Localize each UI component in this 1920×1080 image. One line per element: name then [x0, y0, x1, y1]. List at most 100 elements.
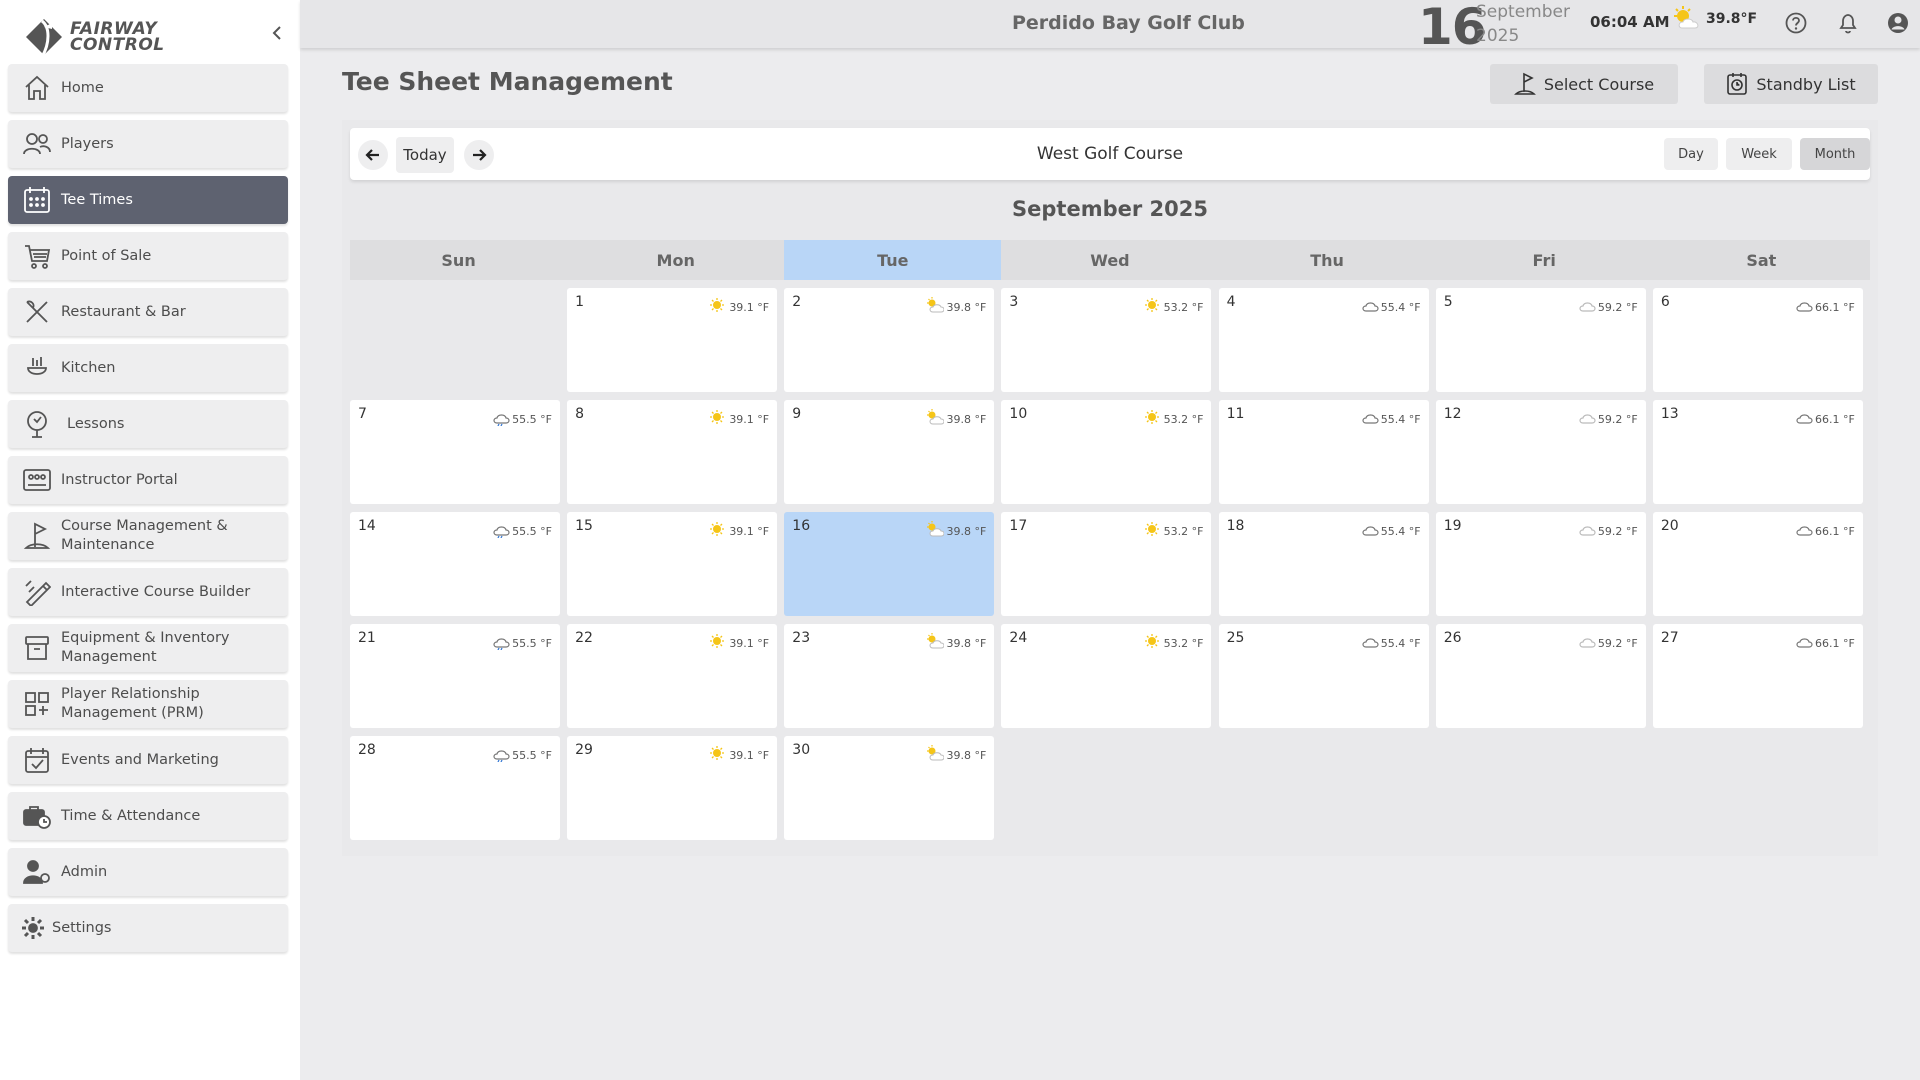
- view-week-button[interactable]: Week: [1726, 138, 1792, 170]
- day-number: 19: [1443, 518, 1462, 534]
- cart-icon: [22, 241, 52, 271]
- next-button[interactable]: [464, 140, 494, 170]
- sidebar-item-settings[interactable]: Settings: [8, 904, 288, 952]
- calendar-day-cell[interactable]: 30 39.8 °F: [784, 736, 995, 840]
- sidebar-item-lessons[interactable]: Lessons: [8, 400, 288, 448]
- sidebar-item-instructor-portal[interactable]: Instructor Portal: [8, 456, 288, 504]
- day-weather: 55.5 °F: [492, 632, 552, 654]
- calendar-day-cell[interactable]: 2 39.8 °F: [784, 288, 995, 392]
- day-weather: 39.1 °F: [709, 520, 769, 542]
- calendar-day-cell[interactable]: 1 39.1 °F: [567, 288, 778, 392]
- day-number: 4: [1226, 294, 1236, 310]
- sidebar-item-label: Restaurant & Bar: [61, 303, 186, 320]
- calendar-day-cell[interactable]: 3 53.2 °F: [1001, 288, 1212, 392]
- day-weather: 66.1 °F: [1795, 520, 1855, 542]
- sidebar-item-time-attendance[interactable]: Time & Attendance: [8, 792, 288, 840]
- sidebar-item-label: Interactive Course Builder: [61, 583, 251, 600]
- sun-icon: [709, 296, 727, 318]
- current-weather: 39.8°F: [1672, 6, 1757, 32]
- calendar-day-cell[interactable]: 15 39.1 °F: [567, 512, 778, 616]
- calendar-day-cell[interactable]: 5 59.2 °F: [1435, 288, 1646, 392]
- calendar-day-cell[interactable]: 13 66.1 °F: [1652, 400, 1863, 504]
- select-course-button[interactable]: Select Course: [1490, 64, 1678, 104]
- day-weather: 39.8 °F: [926, 744, 986, 766]
- day-number: 30: [792, 742, 811, 758]
- calendar-day-cell[interactable]: 16 39.8 °F: [784, 512, 995, 616]
- day-number: 14: [358, 518, 376, 534]
- day-temperature: 66.1 °F: [1815, 636, 1855, 650]
- kitchen-icon: [22, 353, 52, 383]
- sidebar-item-label: Settings: [52, 919, 112, 936]
- sidebar-item-admin[interactable]: Admin: [8, 848, 288, 896]
- calendar-day-cell[interactable]: 21 55.5 °F: [350, 624, 560, 728]
- day-temperature: 39.1 °F: [729, 412, 770, 426]
- day-number: 18: [1226, 518, 1245, 534]
- partly-sunny-icon: [926, 520, 945, 542]
- calendar-day-cell[interactable]: 19 59.2 °F: [1435, 512, 1646, 616]
- day-weather: 39.8 °F: [926, 520, 986, 542]
- app-logo[interactable]: FAIRWAY CONTROL: [20, 12, 165, 62]
- sidebar-item-course-builder[interactable]: Interactive Course Builder: [8, 568, 288, 616]
- sidebar-item-prm[interactable]: Player Relationship Management (PRM): [8, 680, 288, 728]
- sidebar-item-course-management[interactable]: Course Management & Maintenance: [8, 512, 288, 560]
- sidebar-item-label: Tee Times: [61, 191, 133, 208]
- cloud-icon: [1578, 632, 1596, 654]
- calendar-day-cell[interactable]: 25 55.4 °F: [1218, 624, 1429, 728]
- help-button[interactable]: [1784, 11, 1808, 35]
- calendar-day-cell[interactable]: 7 55.5 °F: [350, 400, 560, 504]
- sidebar-item-label: Course Management & Maintenance: [61, 518, 228, 553]
- sidebar: FAIRWAY CONTROL Home Players Tee Times P…: [0, 0, 300, 1080]
- view-month-button[interactable]: Month: [1800, 138, 1870, 170]
- sidebar-item-events-marketing[interactable]: Events and Marketing: [8, 736, 288, 784]
- calendar-day-cell[interactable]: 6 66.1 °F: [1652, 288, 1863, 392]
- cloud-icon: [1795, 520, 1813, 542]
- standby-list-button[interactable]: Standby List: [1704, 64, 1878, 104]
- sidebar-item-point-of-sale[interactable]: Point of Sale: [8, 232, 288, 280]
- calendar-day-cell[interactable]: 28 55.5 °F: [350, 736, 560, 840]
- sidebar-item-label: Players: [61, 135, 114, 152]
- user-profile-button[interactable]: [1886, 11, 1910, 35]
- sidebar-item-label: Time & Attendance: [61, 807, 201, 824]
- sidebar-item-equipment-inventory[interactable]: Equipment & Inventory Management: [8, 624, 288, 672]
- sidebar-item-label: Lessons: [67, 415, 125, 432]
- sidebar-item-label: Admin: [61, 863, 108, 880]
- sun-icon: [709, 744, 727, 766]
- calendar-day-cell[interactable]: 10 53.2 °F: [1001, 400, 1212, 504]
- calendar-day-cell[interactable]: 27 66.1 °F: [1652, 624, 1863, 728]
- calendar-day-cell[interactable]: 12 59.2 °F: [1435, 400, 1646, 504]
- view-day-button[interactable]: Day: [1664, 138, 1718, 170]
- calendar-day-cell[interactable]: 22 39.1 °F: [567, 624, 778, 728]
- calendar-day-cell[interactable]: 23 39.8 °F: [784, 624, 995, 728]
- day-number: 16: [792, 518, 811, 534]
- today-button[interactable]: Today: [396, 137, 454, 173]
- calendar-day-cell[interactable]: 8 39.1 °F: [567, 400, 778, 504]
- calendar-day-cell[interactable]: 29 39.1 °F: [567, 736, 778, 840]
- collapse-sidebar-button[interactable]: [266, 20, 288, 46]
- sidebar-item-players[interactable]: Players: [8, 120, 288, 168]
- bell-icon: [1839, 14, 1857, 34]
- sidebar-item-tee-times[interactable]: Tee Times: [8, 176, 288, 224]
- day-weather: 39.8 °F: [926, 296, 986, 318]
- day-weather: 39.8 °F: [926, 632, 986, 654]
- sidebar-item-restaurant-bar[interactable]: Restaurant & Bar: [8, 288, 288, 336]
- calendar-day-cell[interactable]: 20 66.1 °F: [1652, 512, 1863, 616]
- day-temperature: 55.4 °F: [1380, 636, 1421, 650]
- day-number: 27: [1660, 630, 1679, 646]
- calendar-day-cell[interactable]: 14 55.5 °F: [350, 512, 560, 616]
- calendar-day-cell[interactable]: 24 53.2 °F: [1001, 624, 1212, 728]
- calendar-day-cell[interactable]: 26 59.2 °F: [1435, 624, 1646, 728]
- day-number: 1: [575, 294, 585, 310]
- day-number: 8: [575, 406, 585, 422]
- calendar-day-cell[interactable]: 17 53.2 °F: [1001, 512, 1212, 616]
- calendar-day-cell[interactable]: 18 55.4 °F: [1218, 512, 1429, 616]
- calendar-day-cell[interactable]: 9 39.8 °F: [784, 400, 995, 504]
- sidebar-item-label: Player Relationship Management (PRM): [61, 686, 204, 721]
- calendar-day-cell[interactable]: 4 55.4 °F: [1218, 288, 1429, 392]
- current-month-year: September 2025: [1476, 0, 1570, 48]
- day-number: 22: [575, 630, 593, 646]
- calendar-day-cell[interactable]: 11 55.4 °F: [1218, 400, 1429, 504]
- rain-icon: [492, 408, 510, 430]
- notifications-button[interactable]: [1836, 11, 1860, 35]
- sidebar-item-kitchen[interactable]: Kitchen: [8, 344, 288, 392]
- sidebar-item-home[interactable]: Home: [8, 64, 288, 112]
